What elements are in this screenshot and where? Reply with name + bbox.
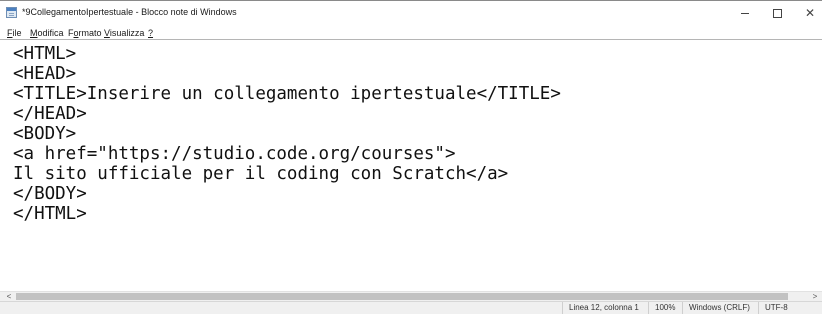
menu-formato[interactable]: Formato: [68, 28, 102, 38]
menu-formato-label: rmato: [78, 28, 102, 38]
editor-line: <HEAD>: [13, 64, 77, 84]
maximize-icon: [772, 8, 782, 18]
menu-bar: File Modifica Formato Visualizza ?: [0, 25, 822, 39]
editor-line: <a href="https://studio.code.org/courses…: [13, 144, 456, 164]
status-encoding: UTF-8: [758, 302, 822, 314]
editor-line: Il sito ufficiale per il coding con Scra…: [13, 164, 509, 184]
scroll-right-arrow-icon[interactable]: >: [808, 292, 822, 301]
text-editor[interactable]: <HTML> <HEAD> <TITLE>Inserire un collegame…: [0, 39, 822, 291]
status-bar: Linea 12, colonna 1 100% Windows (CRLF) …: [0, 301, 822, 314]
window-title: *9CollegamentoIpertestuale - Blocco note…: [22, 7, 237, 17]
menu-modifica[interactable]: Modifica: [30, 28, 64, 38]
editor-line: <BODY>: [13, 124, 77, 144]
editor-line: </BODY>: [13, 184, 87, 204]
editor-line: </HEAD>: [13, 104, 87, 124]
editor-content[interactable]: <HTML> <HEAD> <TITLE>Inserire un collegame…: [13, 44, 561, 224]
menu-file-label: ile: [12, 28, 22, 38]
close-icon: ✕: [804, 6, 816, 20]
menu-visualizza-label: isualizza: [109, 28, 145, 38]
title-bar[interactable]: *9CollegamentoIpertestuale - Blocco note…: [0, 1, 822, 25]
menu-visualizza[interactable]: Visualizza: [104, 28, 144, 38]
menu-modifica-mnemonic: M: [30, 28, 38, 38]
minimize-icon: [741, 12, 749, 14]
notepad-window: *9CollegamentoIpertestuale - Blocco note…: [0, 0, 822, 314]
editor-line: </HTML>: [13, 204, 87, 224]
menu-help[interactable]: ?: [148, 28, 153, 38]
close-button[interactable]: ✕: [795, 1, 822, 25]
status-line-ending: Windows (CRLF): [682, 302, 758, 314]
scrollbar-thumb[interactable]: [16, 293, 788, 300]
menu-modifica-label: odifica: [37, 28, 64, 38]
scroll-left-arrow-icon[interactable]: <: [2, 292, 16, 301]
editor-line: <HTML>: [13, 44, 77, 64]
horizontal-scrollbar[interactable]: < >: [0, 291, 822, 301]
status-zoom: 100%: [648, 302, 682, 314]
menu-help-mnemonic: ?: [148, 28, 154, 38]
minimize-button[interactable]: [730, 1, 760, 25]
notepad-icon: [6, 7, 17, 18]
maximize-button[interactable]: [762, 1, 792, 25]
menu-file[interactable]: File: [7, 28, 22, 38]
editor-line: <TITLE>Inserire un collegamento ipertest…: [13, 84, 561, 104]
status-cursor-position: Linea 12, colonna 1: [562, 302, 648, 314]
